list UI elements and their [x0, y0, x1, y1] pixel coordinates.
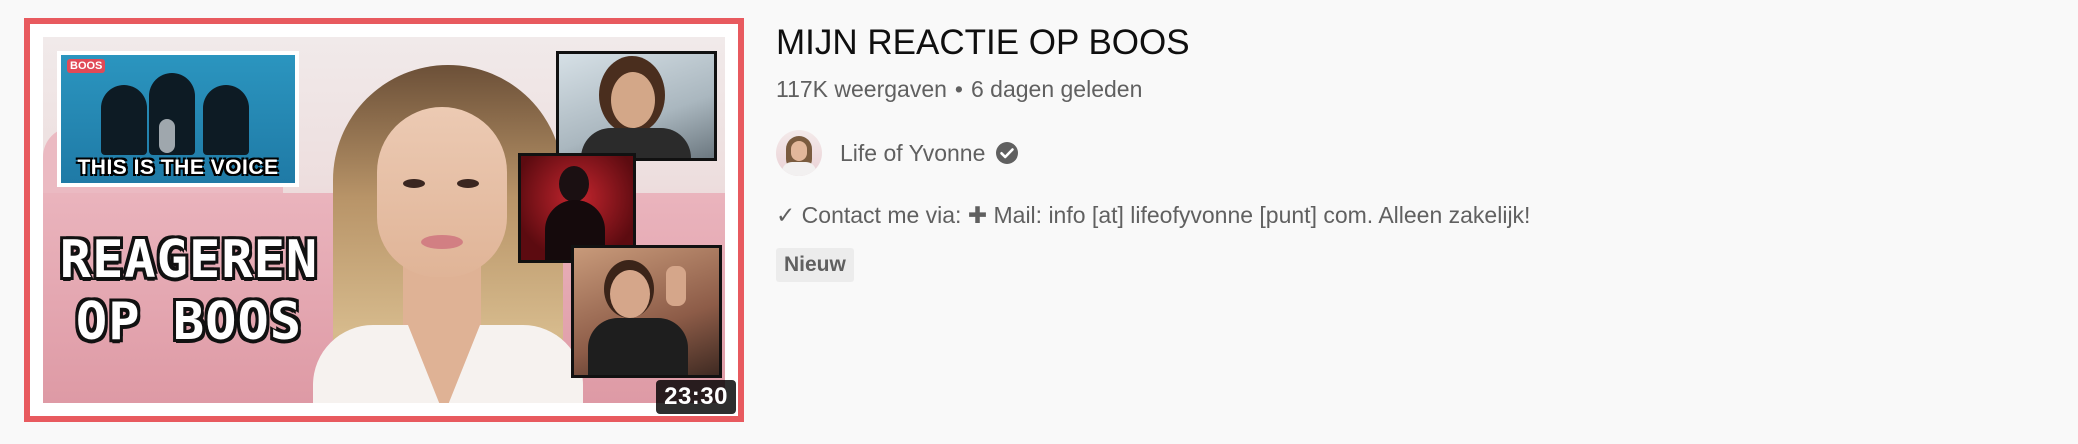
- boos-logo: BOOS: [67, 59, 106, 73]
- upload-age: 6 dagen geleden: [970, 76, 1143, 102]
- photo-inset-curly-man: [556, 51, 717, 161]
- the-voice-caption: THIS IS THE VOICE: [77, 156, 279, 179]
- thumbnail-frame: BOOS THIS IS THE VOICE REAGEREN OP BOOS: [30, 24, 738, 416]
- presenter-right-eye: [457, 179, 479, 188]
- inset-2-head: [559, 166, 589, 202]
- silhouette-3: [203, 85, 249, 155]
- peace-sign-hand: [666, 266, 686, 306]
- verified-check-icon: [995, 141, 1019, 165]
- video-title[interactable]: MIJN REACTIE OP BOOS: [776, 20, 2056, 66]
- video-stats: 117K weergaven • 6 dagen geleden: [776, 74, 2056, 104]
- video-result-row: BOOS THIS IS THE VOICE REAGEREN OP BOOS: [0, 0, 2078, 444]
- channel-avatar[interactable]: [776, 130, 822, 176]
- caption-line-2: OP BOOS: [75, 292, 303, 352]
- channel-link[interactable]: Life of Yvonne: [776, 130, 2056, 176]
- view-count: 117K weergaven: [776, 76, 947, 102]
- inset-3-body: [588, 318, 688, 375]
- avatar-body: [782, 162, 816, 176]
- presenter-neckline: [408, 325, 480, 403]
- caption-line-1: REAGEREN: [59, 230, 319, 290]
- presenter-left-eye: [403, 179, 425, 188]
- microphone-icon: [159, 119, 175, 153]
- thumbnail-image: BOOS THIS IS THE VOICE REAGEREN OP BOOS: [43, 37, 725, 403]
- channel-name[interactable]: Life of Yvonne: [840, 140, 985, 167]
- inset-1-face: [611, 72, 655, 128]
- video-metadata: MIJN REACTIE OP BOOS 117K weergaven • 6 da…: [776, 20, 2056, 282]
- video-thumbnail[interactable]: BOOS THIS IS THE VOICE REAGEREN OP BOOS: [24, 18, 744, 422]
- video-description-snippet: ✓ Contact me via: ✚ Mail: info [at] life…: [776, 202, 1531, 228]
- new-badge: Nieuw: [776, 248, 854, 282]
- the-voice-inset: BOOS THIS IS THE VOICE: [57, 51, 299, 187]
- thumbnail-main-caption: REAGEREN OP BOOS: [49, 229, 329, 353]
- presenter-face: [377, 107, 507, 277]
- presenter-lips: [421, 235, 463, 249]
- duration-badge: 23:30: [656, 380, 736, 414]
- avatar-face: [791, 141, 807, 161]
- photo-inset-peace-man: [571, 245, 722, 378]
- stats-separator: •: [954, 76, 963, 102]
- silhouette-1: [101, 85, 147, 155]
- inset-3-face: [610, 270, 650, 318]
